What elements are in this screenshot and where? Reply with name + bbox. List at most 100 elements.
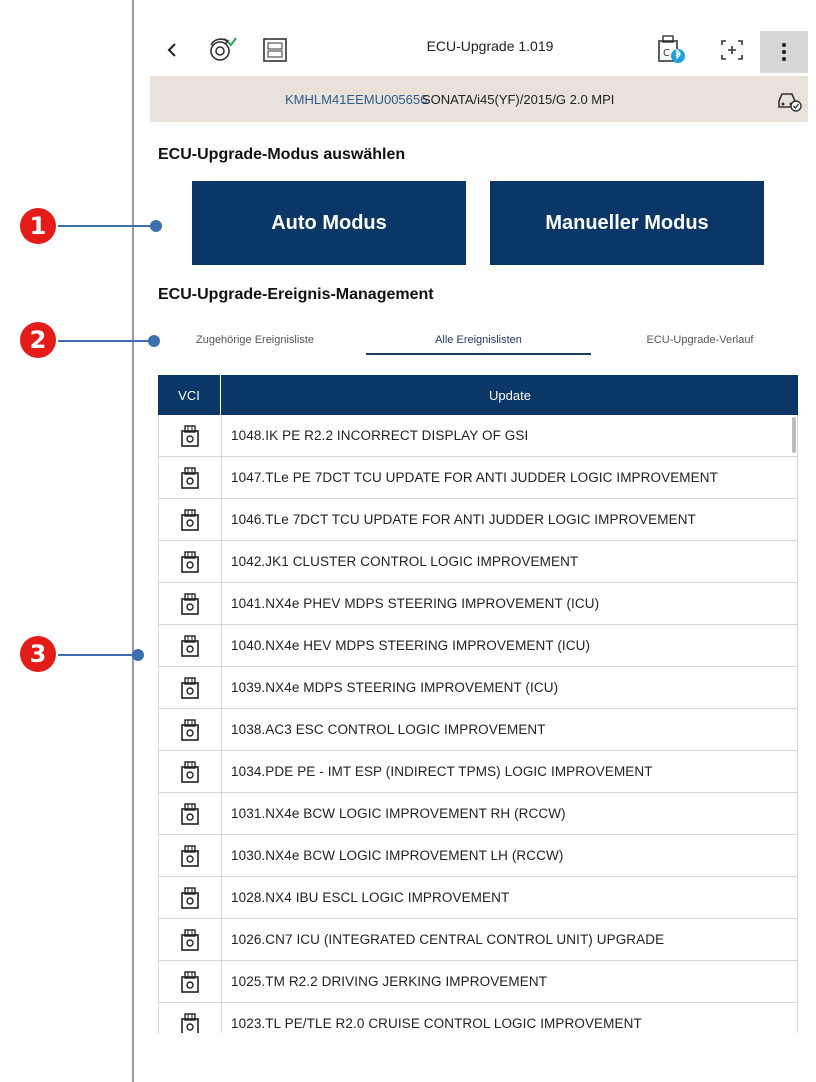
vci-cell [159,961,222,1003]
vci-cell [159,541,222,583]
vci-cell [159,835,222,877]
event-section-title: ECU-Upgrade-Ereignis-Management [158,286,434,303]
end-diagnosis-button[interactable] [258,33,292,67]
mode-section-title: ECU-Upgrade-Modus auswählen [158,146,406,163]
table-row[interactable]: 1048.IK PE R2.2 INCORRECT DISPLAY OF GSI [158,415,798,457]
vci-cell [159,625,222,667]
table-scrollbar[interactable] [792,417,796,453]
more-menu-button[interactable] [760,31,808,73]
vci-connection-button[interactable]: C [652,31,692,69]
vci-device-icon [181,971,199,993]
update-cell: 1046.TLe 7DCT TCU UPDATE FOR ANTI JUDDER… [231,512,696,527]
table-row[interactable]: 1028.NX4 IBU ESCL LOGIC IMPROVEMENT [158,877,798,919]
vci-device-icon [181,635,199,657]
back-button[interactable] [150,35,194,65]
vci-cell [159,1003,222,1033]
chevron-left-icon [167,43,176,57]
vci-cell [159,709,222,751]
svg-text:C: C [663,48,670,59]
vci-cell [159,919,222,961]
vci-cell [159,499,222,541]
update-cell: 1039.NX4e MDPS STEERING IMPROVEMENT (ICU… [231,680,559,695]
table-row[interactable]: 1039.NX4e MDPS STEERING IMPROVEMENT (ICU… [158,667,798,709]
vci-device-icon [181,1013,199,1033]
vci-cell [159,457,222,499]
tab-upgrade-history[interactable]: ECU-Upgrade-Verlauf [600,320,800,360]
vci-device-icon [181,593,199,615]
vci-device-icon [181,677,199,699]
table-row[interactable]: 1034.PDE PE - IMT ESP (INDIRECT TPMS) LO… [158,751,798,793]
vin-number: KMHLM41EEMU005656 [285,92,428,107]
callout-dot-1 [150,220,162,232]
update-cell: 1025.TM R2.2 DRIVING JERKING IMPROVEMENT [231,974,548,989]
update-cell: 1030.NX4e BCW LOGIC IMPROVEMENT LH (RCCW… [231,848,564,863]
app-title: ECU-Upgrade 1.019 [426,38,554,54]
callout-leader-2 [58,340,156,342]
vehicle-info-bar: KMHLM41EEMU005656 SONATA/i45(YF)/2015/G … [150,76,808,122]
column-header-update: Update [489,387,531,403]
callout-dot-3 [132,649,144,661]
update-cell: 1040.NX4e HEV MDPS STEERING IMPROVEMENT … [231,638,591,653]
vci-device-icon [181,509,199,531]
table-header: VCI Update [158,375,798,415]
vci-bluetooth-icon: C [658,35,685,63]
more-vertical-icon [782,43,786,61]
vci-device-icon [181,845,199,867]
vci-device-icon [181,929,199,951]
column-header-vci: VCI [158,375,221,415]
update-cell: 1028.NX4 IBU ESCL LOGIC IMPROVEMENT [231,890,510,905]
vci-device-icon [181,761,199,783]
vci-device-icon [181,803,199,825]
vci-device-icon [181,887,199,909]
callout-leader-3 [58,654,140,656]
sync-gear-icon [210,37,237,61]
table-row[interactable]: 1046.TLe 7DCT TCU UPDATE FOR ANTI JUDDER… [158,499,798,541]
app-header: ECU-Upgrade 1.019 C [150,25,808,75]
auto-mode-button[interactable]: Auto Modus [192,181,466,265]
vci-cell [159,583,222,625]
callout-dot-2 [148,335,160,347]
table-row[interactable]: 1042.JK1 CLUSTER CONTROL LOGIC IMPROVEME… [158,541,798,583]
table-row[interactable]: 1031.NX4e BCW LOGIC IMPROVEMENT RH (RCCW… [158,793,798,835]
vci-cell [159,793,222,835]
vci-device-icon [181,551,199,573]
manual-mode-button[interactable]: Manueller Modus [490,181,764,265]
vci-cell [159,667,222,709]
vci-cell [159,877,222,919]
vci-device-icon [181,467,199,489]
table-row[interactable]: 1025.TM R2.2 DRIVING JERKING IMPROVEMENT [158,961,798,1003]
vci-cell [159,751,222,793]
vci-device-icon [181,425,199,447]
callout-badge-3: 3 [20,636,56,672]
update-cell: 1048.IK PE R2.2 INCORRECT DISPLAY OF GSI [231,428,529,443]
update-cell: 1026.CN7 ICU (INTEGRATED CENTRAL CONTROL… [231,932,665,947]
vci-cell [159,415,222,457]
table-body[interactable]: 1048.IK PE R2.2 INCORRECT DISPLAY OF GSI… [158,415,798,1033]
update-cell: 1041.NX4e PHEV MDPS STEERING IMPROVEMENT… [231,596,600,611]
update-cell: 1042.JK1 CLUSTER CONTROL LOGIC IMPROVEME… [231,554,579,569]
vehicle-sync-button[interactable] [202,33,242,67]
table-row[interactable]: 1026.CN7 ICU (INTEGRATED CENTRAL CONTROL… [158,919,798,961]
table-row[interactable]: 1030.NX4e BCW LOGIC IMPROVEMENT LH (RCCW… [158,835,798,877]
vehicle-check-button[interactable] [776,87,802,113]
end-diagnosis-icon [263,38,287,62]
update-cell: 1038.AC3 ESC CONTROL LOGIC IMPROVEMENT [231,722,546,737]
table-row[interactable]: 1047.TLe PE 7DCT TCU UPDATE FOR ANTI JUD… [158,457,798,499]
car-check-icon [778,93,802,112]
vci-device-icon [181,719,199,741]
table-row[interactable]: 1041.NX4e PHEV MDPS STEERING IMPROVEMENT… [158,583,798,625]
fullscreen-button[interactable] [712,33,752,67]
table-row[interactable]: 1040.NX4e HEV MDPS STEERING IMPROVEMENT … [158,625,798,667]
table-row[interactable]: 1023.TL PE/TLE R2.0 CRUISE CONTROL LOGIC… [158,1003,798,1033]
table-row[interactable]: 1038.AC3 ESC CONTROL LOGIC IMPROVEMENT [158,709,798,751]
vehicle-model: SONATA/i45(YF)/2015/G 2.0 MPI [422,92,615,107]
callout-badge-2: 2 [20,322,56,358]
tab-related-events[interactable]: Zugehörige Ereignisliste [150,320,360,360]
update-cell: 1023.TL PE/TLE R2.0 CRUISE CONTROL LOGIC… [231,1016,642,1031]
callout-badge-1: 1 [20,208,56,244]
update-cell: 1034.PDE PE - IMT ESP (INDIRECT TPMS) LO… [231,764,653,779]
update-cell: 1031.NX4e BCW LOGIC IMPROVEMENT RH (RCCW… [231,806,566,821]
expand-icon [721,40,743,60]
update-cell: 1047.TLe PE 7DCT TCU UPDATE FOR ANTI JUD… [231,470,718,485]
callout-leader-1 [58,225,158,227]
